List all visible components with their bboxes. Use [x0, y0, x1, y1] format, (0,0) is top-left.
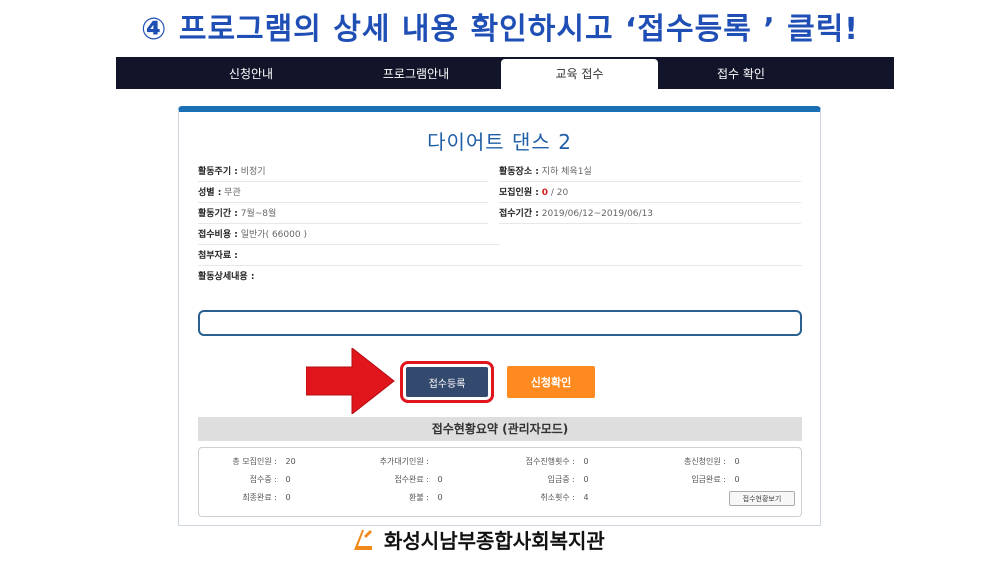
period-value: 비정기	[240, 167, 266, 177]
gender-row: 성별 : 무관	[198, 183, 488, 203]
organization-name: 화성시남부종합사회복지관	[384, 528, 605, 553]
summary-cell: 접수완료 : 0	[349, 474, 443, 485]
duration-value: 7월~8월	[240, 209, 277, 219]
view-registration-status-button[interactable]: 접수현황보기	[729, 491, 795, 506]
summary-cell: 접수중 : 0	[205, 474, 291, 485]
fee-value: 일반가( 66000 )	[240, 230, 307, 240]
summary-cell: 취소횟수 : 4	[499, 492, 589, 503]
tab-registration-check[interactable]: 접수 확인	[666, 57, 816, 89]
footer: 화성시남부종합사회복지관	[350, 524, 605, 554]
apply-period-row: 접수기간 : 2019/06/12~2019/06/13	[499, 204, 801, 224]
attachment-label: 첨부자료 :	[198, 251, 238, 261]
summary-cell: 최종완료 : 0	[205, 492, 291, 503]
summary-cell: 입금완료 : 0	[644, 474, 740, 485]
summary-label: 접수진행횟수 :	[525, 457, 575, 466]
apply-period-value: 2019/06/12~2019/06/13	[541, 209, 654, 219]
apply-period-label: 접수기간 :	[499, 209, 539, 219]
top-nav-bar: 신청안내 프로그램안내 교육 접수 접수 확인	[116, 57, 894, 89]
duration-row: 활동기간 : 7월~8월	[198, 204, 488, 224]
summary-label: 환불 :	[409, 493, 429, 502]
period-row: 활동주기 : 비정기	[198, 162, 488, 182]
register-button[interactable]: 접수등록	[400, 361, 494, 403]
summary-cell: 총신청인원 : 0	[644, 456, 740, 467]
tab-education-registration[interactable]: 교육 접수	[501, 59, 658, 89]
summary-value: 4	[583, 493, 589, 502]
fee-row: 접수비용 : 일반가( 66000 )	[198, 225, 500, 245]
recruit-row: 모집인원 : 0 / 20	[499, 183, 801, 203]
summary-cell: 추가대기인원 :	[349, 456, 435, 467]
summary-value: 0	[285, 493, 291, 502]
red-arrow-icon	[306, 348, 395, 414]
summary-value: 0	[285, 475, 291, 484]
summary-cell: 총 모집인원 : 20	[205, 456, 296, 467]
summary-value: 0	[734, 475, 740, 484]
summary-label: 총신청인원 :	[683, 457, 726, 466]
attachment-row: 첨부자료 :	[198, 246, 802, 266]
recruit-total: / 20	[548, 188, 569, 198]
summary-cell: 환불 : 0	[349, 492, 443, 503]
tab-program-guide[interactable]: 프로그램안내	[341, 57, 491, 89]
summary-value: 0	[437, 475, 443, 484]
summary-cell: 입금중 : 0	[499, 474, 589, 485]
organization-logo-icon	[354, 530, 372, 550]
summary-label: 추가대기인원 :	[379, 457, 429, 466]
application-confirm-button[interactable]: 신청확인	[507, 366, 595, 398]
activity-detail-box	[198, 310, 802, 336]
summary-value: 20	[285, 457, 296, 466]
period-label: 활동주기 :	[198, 167, 238, 177]
summary-value: 0	[583, 457, 589, 466]
place-value: 지하 체육1실	[541, 167, 592, 177]
summary-label: 총 모집인원 :	[232, 457, 277, 466]
duration-label: 활동기간 :	[198, 209, 238, 219]
place-label: 활동장소 :	[499, 167, 539, 177]
place-row: 활동장소 : 지하 체육1실	[499, 162, 801, 182]
summary-title: 접수현황요약 (관리자모드)	[198, 417, 802, 441]
summary-label: 취소횟수 :	[540, 493, 575, 502]
summary-value: 0	[734, 457, 740, 466]
summary-value: 0	[583, 475, 589, 484]
summary-label: 최종완료 :	[242, 493, 277, 502]
detail-row: 활동상세내용 :	[198, 267, 802, 287]
fee-label: 접수비용 :	[198, 230, 238, 240]
summary-label: 접수중 :	[249, 475, 277, 484]
detail-label: 활동상세내용 :	[198, 272, 255, 282]
program-detail-panel: 다이어트 댄스 2 활동주기 : 비정기 활동장소 : 지하 체육1실 성별 :…	[178, 106, 821, 526]
slide-title: ④ 프로그램의 상세 내용 확인하시고 ‘접수등록 ’ 클릭!	[141, 12, 859, 47]
summary-box: 총 모집인원 : 20 추가대기인원 : 접수진행횟수 : 0 총신청인원 : …	[198, 447, 802, 517]
summary-value: 0	[437, 493, 443, 502]
summary-label: 입금완료 :	[691, 475, 726, 484]
summary-label: 접수완료 :	[394, 475, 429, 484]
tab-application-guide[interactable]: 신청안내	[176, 57, 326, 89]
course-title: 다이어트 댄스 2	[427, 130, 572, 154]
gender-label: 성별 :	[198, 188, 222, 198]
gender-value: 무관	[224, 188, 241, 198]
summary-label: 입금중 :	[547, 475, 575, 484]
summary-cell: 접수진행횟수 : 0	[499, 456, 589, 467]
recruit-label: 모집인원 :	[499, 188, 539, 198]
